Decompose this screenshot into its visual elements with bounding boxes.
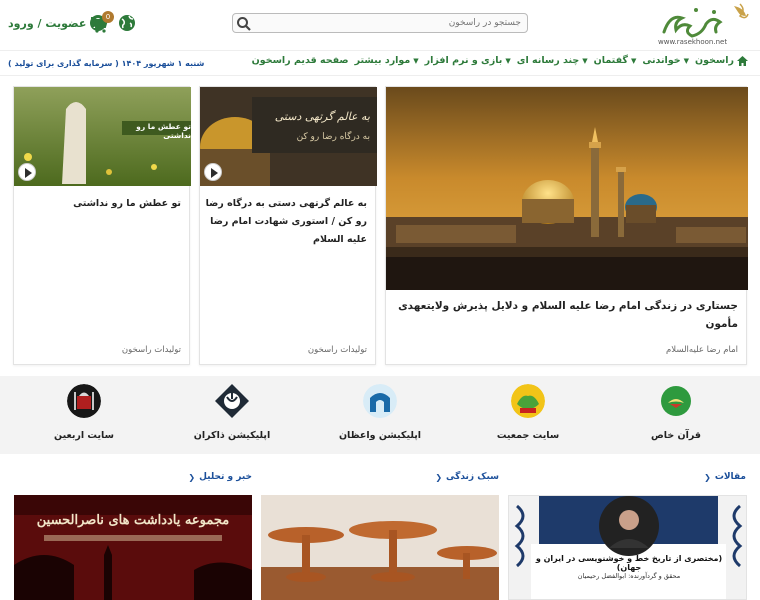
featured-card-left[interactable]: تو عطش ما رو نداشتی تو عطش ما رو نداشتی … [13, 86, 191, 365]
app-label: سایت جمعیت [496, 430, 560, 441]
nav-item-discourse[interactable]: ▼ گفتمان [594, 55, 637, 66]
featured-card-main[interactable]: جستاری در زندگی امام رضا علیه السلام و د… [385, 86, 748, 365]
search-box[interactable] [232, 13, 528, 33]
section-title: مقالات [714, 472, 746, 482]
logo-url: www.rasekhoon.net [658, 38, 728, 46]
featured-image [386, 87, 748, 290]
chevron-down-icon: ▼ [582, 56, 588, 65]
app-zakeran[interactable]: اپلیکیشن ذاکران [172, 384, 292, 441]
main-nav: راسخون ▼ خواندنی ▼ گفتمان ▼ چند رسانه ای ▼ ب… [0, 50, 760, 76]
card-category[interactable]: تولیدات راسخون [308, 345, 367, 355]
nav-item-label: بازی و نرم افزار [424, 55, 503, 66]
app-society[interactable]: سایت جمعیت [468, 384, 588, 441]
nav-item-label: خواندنی [642, 55, 681, 66]
app-label: اپلیکیشن ذاکران [193, 430, 271, 441]
app-label: قرآن خاص [651, 430, 701, 441]
card-category[interactable]: امام رضا علیه‌السلام [666, 345, 738, 355]
nav-list: راسخون ▼ خواندنی ▼ گفتمان ▼ چند رسانه ای ▼ ب… [252, 55, 748, 66]
lifestyle-image[interactable] [261, 495, 499, 600]
card-title[interactable]: جستاری در زندگی امام رضا علیه السلام و د… [398, 297, 738, 333]
image-caption: تو عطش ما رو نداشتی [136, 122, 191, 140]
featured-image: به عالم گرتهی دستی به درگاه رضا رو کن [200, 87, 377, 186]
chevron-down-icon: ▼ [683, 56, 690, 65]
card-category[interactable]: تولیدات راسخون [122, 345, 181, 355]
nav-home-label: راسخون [695, 55, 734, 66]
nav-item-multimedia[interactable]: ▼ چند رسانه ای [517, 55, 588, 66]
nav-item-games[interactable]: ▼ بازی و نرم افزار [425, 55, 511, 66]
nav-item-reading[interactable]: ▼ خواندنی [642, 55, 689, 66]
zakeran-icon [215, 384, 249, 418]
nav-item-label: چند رسانه ای [516, 55, 580, 66]
play-button[interactable] [18, 163, 36, 181]
site-logo[interactable]: www.rasekhoon.net [656, 2, 752, 48]
arbaeen-icon [67, 384, 101, 418]
chevron-down-icon: ▼ [505, 56, 511, 65]
chevron-down-icon: ▼ [630, 56, 637, 65]
search-input[interactable] [261, 15, 521, 31]
section-lifestyle[interactable]: سبک زندگی ❮ [435, 472, 499, 482]
chevron-left-icon: ❮ [188, 472, 196, 482]
home-icon [737, 55, 748, 66]
card-title[interactable]: تو عطش ما رو نداشتی [19, 195, 181, 213]
app-preachers[interactable]: اپلیکیشن واعظان [320, 384, 440, 441]
section-title: خبر و تحلیل [199, 472, 252, 482]
cart-button[interactable]: 0 [90, 11, 114, 34]
article-image[interactable]: (مختصری از تاریخ خط و خوشنویسی در ایران … [508, 495, 747, 600]
chevron-down-icon: ▼ [413, 56, 419, 65]
news-banner-text: مجموعه یادداشت های ناصرالحسین [36, 513, 230, 528]
globe-icon [119, 15, 135, 31]
section-news[interactable]: خبر و تحلیل ❮ [188, 472, 252, 482]
article-sub-caption: محقق و گردآورنده: ابوالفضل رحیمیان [577, 572, 681, 580]
nav-home[interactable]: راسخون [695, 55, 748, 66]
card-title[interactable]: به عالم گرتهی دستی به درگاه رضا رو کن / … [205, 195, 367, 249]
language-button[interactable] [118, 14, 136, 32]
cart-count-badge: 0 [102, 11, 114, 23]
image-caption-text: به عالم گرتهی دستی [275, 110, 370, 123]
quran-icon [661, 386, 691, 416]
featured-image: تو عطش ما رو نداشتی [14, 87, 191, 186]
featured-card-mid[interactable]: به عالم گرتهی دستی به درگاه رضا رو کن به… [199, 86, 377, 365]
app-label: اپلیکیشن واعظان [338, 430, 422, 441]
nav-item-label: گفتمان [593, 55, 628, 66]
nav-item-label: موارد بیشتر [354, 55, 411, 66]
image-caption-text: به درگاه رضا رو کن [297, 130, 370, 142]
app-quran[interactable]: قرآن خاص [616, 384, 736, 441]
society-icon [511, 384, 545, 418]
logo-mark [662, 3, 749, 38]
play-button[interactable] [204, 163, 222, 181]
article-caption: (مختصری از تاریخ خط و خوشنویسی در ایران … [535, 554, 723, 572]
chevron-left-icon: ❮ [704, 472, 711, 482]
login-label: عضویت / ورود [8, 16, 87, 30]
app-arbaeen[interactable]: سایت اربعین [24, 384, 144, 441]
section-articles[interactable]: مقالات ❮ [704, 472, 746, 482]
date-text: شنبه ۱ شهریور ۱۴۰۴ ( سرمایه گذاری برای ت… [8, 59, 205, 68]
app-label: سایت اربعین [54, 430, 114, 441]
section-title: سبک زندگی [446, 472, 499, 482]
preachers-icon [363, 384, 397, 418]
chevron-left-icon: ❮ [435, 472, 443, 482]
search-icon[interactable] [236, 16, 252, 32]
nav-item-more[interactable]: ▼ موارد بیشتر [355, 55, 419, 66]
nav-item-old-site[interactable]: صفحه قدیم راسخون [252, 55, 349, 66]
news-image[interactable]: مجموعه یادداشت های ناصرالحسین [14, 495, 252, 600]
nav-item-label: صفحه قدیم راسخون [251, 55, 349, 66]
